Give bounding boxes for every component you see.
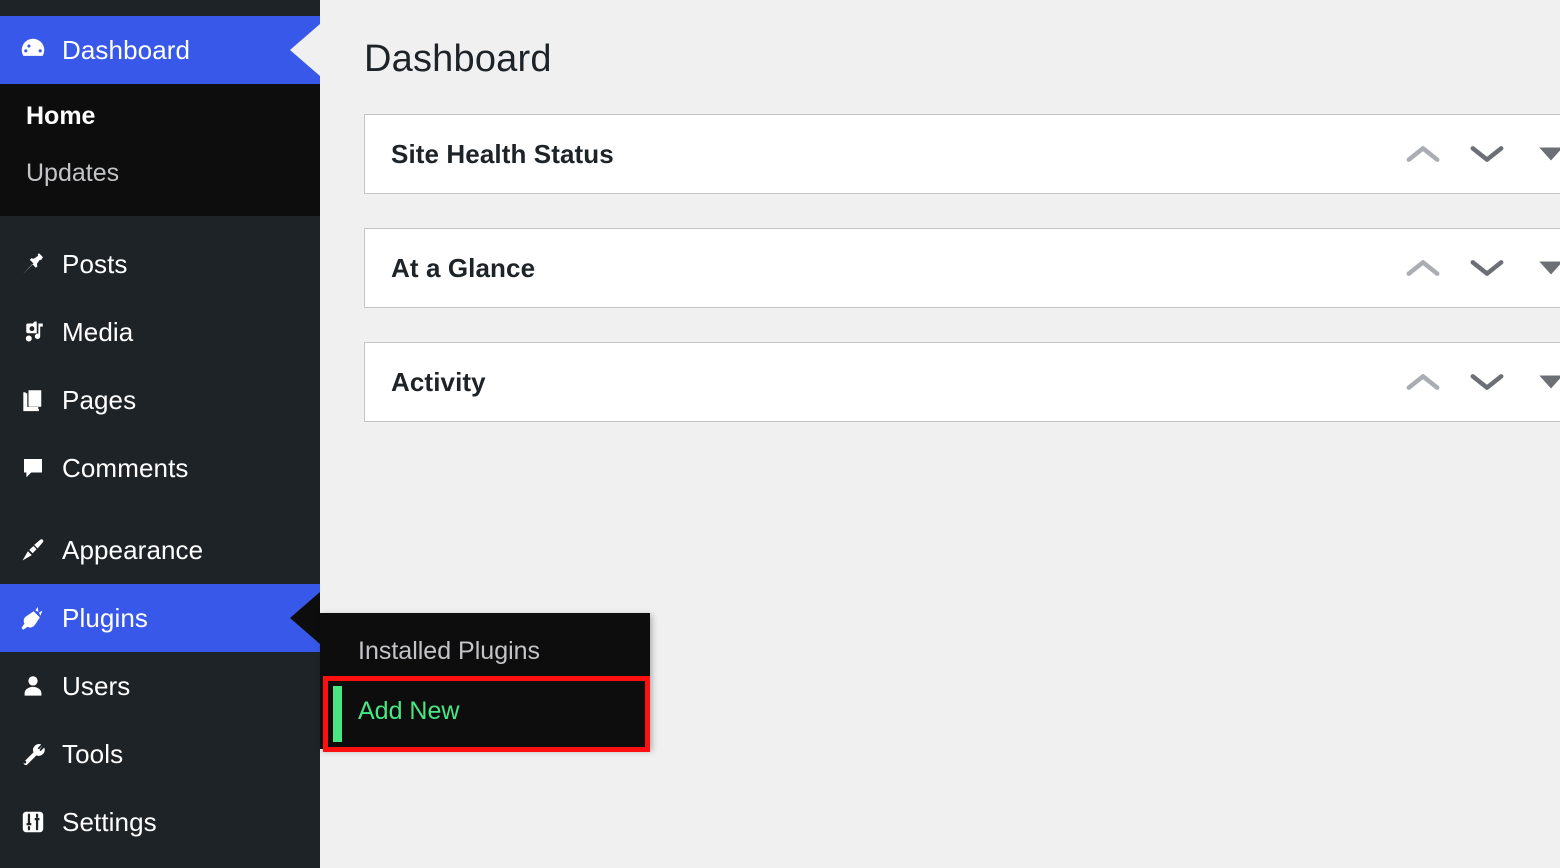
- sidebar-item-label: Pages: [62, 384, 137, 415]
- sidebar-item-label: Users: [62, 670, 131, 701]
- sidebar-item-label: Dashboard: [62, 34, 191, 65]
- menu-arrow-notch: [290, 24, 320, 76]
- move-down-button[interactable]: [1455, 123, 1519, 185]
- settings-icon: [18, 807, 62, 837]
- wrench-icon: [18, 739, 62, 769]
- chevron-down-icon: [1470, 374, 1504, 390]
- move-down-button[interactable]: [1455, 351, 1519, 413]
- sidebar-item-pages[interactable]: Pages: [0, 366, 320, 434]
- menu-arrow-notch: [290, 592, 320, 644]
- triangle-down-icon: [1539, 261, 1560, 275]
- move-up-button[interactable]: [1391, 237, 1455, 299]
- sidebar-item-label: Posts: [62, 248, 128, 279]
- sidebar-item-dashboard[interactable]: Dashboard: [0, 16, 320, 84]
- submenu-item-updates[interactable]: Updates: [0, 145, 320, 202]
- widget-title: Activity: [391, 366, 486, 397]
- paintbrush-icon: [18, 535, 62, 565]
- user-icon: [18, 671, 62, 701]
- widget-header: Site Health Status: [365, 115, 1560, 193]
- widget-header: At a Glance: [365, 229, 1560, 307]
- dashboard-submenu: Home Updates: [0, 84, 320, 216]
- widget-controls: [1391, 123, 1560, 185]
- triangle-down-icon: [1539, 147, 1560, 161]
- add-new-accent-bar: [333, 686, 342, 742]
- media-icon: [18, 317, 62, 347]
- toggle-panel-button[interactable]: [1519, 351, 1560, 413]
- menu-separator: [0, 216, 320, 230]
- pages-icon: [18, 385, 62, 415]
- admin-bar-strip: [0, 0, 320, 16]
- dashboard-widgets: Site Health Status At a Glance Activity: [320, 81, 1560, 422]
- widget-at-a-glance: At a Glance: [364, 228, 1560, 308]
- chevron-down-icon: [1470, 146, 1504, 162]
- submenu-item-add-new[interactable]: Add New: [320, 681, 650, 741]
- sidebar-item-label: Settings: [62, 806, 157, 837]
- widget-header: Activity: [365, 343, 1560, 421]
- widget-site-health-status: Site Health Status: [364, 114, 1560, 194]
- comment-icon: [18, 453, 62, 483]
- move-up-button[interactable]: [1391, 351, 1455, 413]
- sidebar-item-settings[interactable]: Settings: [0, 788, 320, 856]
- sidebar-item-comments[interactable]: Comments: [0, 434, 320, 502]
- widget-activity: Activity: [364, 342, 1560, 422]
- pin-icon: [18, 249, 62, 279]
- wordpress-admin-screen: Dashboard Home Updates Posts Media Pages…: [0, 0, 1560, 868]
- widget-controls: [1391, 351, 1560, 413]
- widget-controls: [1391, 237, 1560, 299]
- sidebar-item-label: Appearance: [62, 534, 204, 565]
- plugins-submenu-flyout: Installed Plugins Add New: [320, 613, 650, 749]
- admin-sidebar: Dashboard Home Updates Posts Media Pages…: [0, 0, 320, 868]
- chevron-up-icon: [1406, 374, 1440, 390]
- chevron-down-icon: [1470, 260, 1504, 276]
- chevron-up-icon: [1406, 146, 1440, 162]
- submenu-item-home[interactable]: Home: [0, 88, 320, 145]
- sidebar-item-appearance[interactable]: Appearance: [0, 516, 320, 584]
- sidebar-item-media[interactable]: Media: [0, 298, 320, 366]
- sidebar-item-label: Media: [62, 316, 134, 347]
- sidebar-item-users[interactable]: Users: [0, 652, 320, 720]
- plugin-icon: [18, 603, 62, 633]
- sidebar-item-tools[interactable]: Tools: [0, 720, 320, 788]
- toggle-panel-button[interactable]: [1519, 237, 1560, 299]
- sidebar-item-label: Tools: [62, 738, 124, 769]
- move-down-button[interactable]: [1455, 237, 1519, 299]
- page-title: Dashboard: [364, 38, 552, 80]
- menu-separator: [0, 502, 320, 516]
- dashboard-icon: [18, 35, 62, 65]
- triangle-down-icon: [1539, 375, 1560, 389]
- submenu-item-installed-plugins[interactable]: Installed Plugins: [320, 621, 650, 681]
- chevron-up-icon: [1406, 260, 1440, 276]
- sidebar-item-label: Plugins: [62, 602, 148, 633]
- widget-title: Site Health Status: [391, 138, 614, 169]
- toggle-panel-button[interactable]: [1519, 123, 1560, 185]
- widget-title: At a Glance: [391, 252, 536, 283]
- move-up-button[interactable]: [1391, 123, 1455, 185]
- sidebar-item-plugins[interactable]: Plugins: [0, 584, 320, 652]
- sidebar-item-posts[interactable]: Posts: [0, 230, 320, 298]
- sidebar-item-label: Comments: [62, 452, 189, 483]
